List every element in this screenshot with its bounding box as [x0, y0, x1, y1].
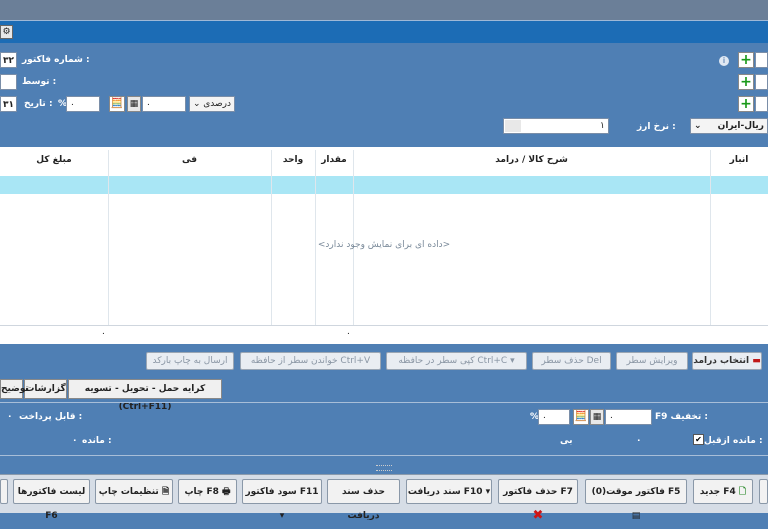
prev-balance-checkbox[interactable]: ✔: [693, 434, 704, 445]
delete-invoice-button[interactable]: حذف فاکتور F7 ✖: [498, 479, 578, 523]
add-customer-icon[interactable]: +: [738, 52, 754, 68]
date-label: تاریخ :: [24, 99, 53, 109]
select-income-label: انتخاب درامد: [693, 356, 750, 366]
col-quantity: مقدار: [315, 147, 354, 175]
percent-field[interactable]: ۰: [66, 96, 100, 112]
tab-reports[interactable]: گزارشات: [24, 379, 67, 399]
tab-notes[interactable]: توضیح: [0, 379, 29, 399]
new-button[interactable]: جدید F4 🗋: [693, 479, 753, 504]
project-field[interactable]: [755, 74, 768, 90]
add-warehouse-icon[interactable]: +: [738, 96, 754, 112]
dropdown-arrow-icon: ▾: [279, 511, 285, 521]
temp-invoice-icon: ▤: [631, 511, 641, 521]
window-titlebar: [0, 0, 768, 20]
empty-grid-message: <داده ای برای نمایش وجود ندارد>: [317, 240, 451, 250]
invoice-number-field[interactable]: ۳۲: [0, 52, 17, 68]
dropdown-arrow-icon: ▾: [510, 356, 515, 366]
discount-label: F9 تخفیف :: [655, 412, 709, 422]
discount-percent-field[interactable]: ۰: [538, 409, 570, 425]
print-label: چاپ F8: [184, 487, 219, 497]
print-settings-button[interactable]: تنظیمات چاپ 🗎: [95, 479, 173, 504]
warehouse-field[interactable]: [755, 96, 768, 112]
title-band: [0, 20, 768, 43]
summary-panel: [0, 402, 768, 456]
discount-field[interactable]: ۰: [605, 409, 652, 425]
calculator-icon[interactable]: 🧮: [109, 96, 125, 112]
selected-grid-row[interactable]: [0, 176, 768, 194]
temp-invoice-button[interactable]: فاکتور موقت(0) F5 ▤: [585, 479, 687, 521]
copy-row-button[interactable]: کپی سطر در حافظه Ctrl+C ▾: [386, 352, 527, 370]
add-project-icon[interactable]: +: [738, 74, 754, 90]
prev-balance-label: مانده ازقبل :: [704, 436, 763, 446]
info-icon[interactable]: i: [719, 56, 729, 66]
calc-grid-icon[interactable]: ▦: [127, 96, 141, 112]
discount-amount-field[interactable]: ۰: [142, 96, 186, 112]
invoice-number-label: شماره فاکتور :: [22, 55, 90, 65]
remain-label: مانده :: [82, 436, 112, 446]
edit-row-button[interactable]: ویرایش سطر: [616, 352, 688, 370]
delete-receive-doc-button[interactable]: حذف سند دریافت: [327, 479, 400, 521]
new-label: جدید F4: [699, 487, 736, 497]
temp-invoice-label: فاکتور موقت(0) F5: [591, 487, 681, 497]
settings-document-icon: 🗎: [161, 487, 170, 497]
print-settings-label: تنظیمات چاپ: [98, 487, 159, 497]
payable-label: قابل پرداخت :: [19, 412, 83, 422]
col-description: شرح کالا / درامد: [353, 147, 711, 175]
remain-value: ۰: [72, 436, 78, 446]
receive-doc-button[interactable]: سند دریافت F10 ▾: [406, 479, 492, 504]
percent-mode-select[interactable]: ⌄ درصدی: [189, 96, 235, 112]
prev-balance-suffix: بی: [560, 436, 573, 446]
percent-mode-value: درصدی: [203, 99, 231, 109]
delete-invoice-label: حذف فاکتور F7: [503, 487, 573, 497]
partial-button[interactable]: [0, 479, 8, 504]
currency-select[interactable]: ⌄ ریال-ایران: [690, 118, 768, 134]
invoice-profit-label: سود فاکتور F11: [245, 487, 319, 497]
income-icon: ▬: [752, 356, 761, 366]
by-label: توسط :: [22, 77, 57, 87]
settings-gear-icon[interactable]: ⚙: [0, 25, 13, 39]
delete-x-icon: ✖: [532, 508, 544, 523]
printer-icon: 🖶: [222, 487, 231, 497]
discount-grid-icon[interactable]: ▦: [590, 409, 604, 425]
col-total: مبلغ کل: [0, 147, 109, 175]
currency-rate-stepper[interactable]: ۱: [503, 118, 609, 134]
splitter-grip[interactable]: [376, 465, 392, 471]
invoice-list-button[interactable]: لیست فاکتورها F6: [13, 479, 90, 521]
by-field[interactable]: [0, 74, 17, 90]
dropdown-arrow-icon: ▾: [485, 487, 491, 497]
col-warehouse: انبار: [710, 147, 768, 175]
prev-balance-value: ۰: [636, 436, 642, 446]
total-amount-value: ۰: [101, 329, 106, 339]
currency-value: ریال-ایران: [717, 121, 764, 131]
new-document-icon: 🗋: [738, 487, 747, 497]
copy-row-label: کپی سطر در حافظه Ctrl+C: [398, 356, 508, 366]
print-button[interactable]: چاپ F8 🖶: [178, 479, 237, 504]
currency-rate-label: نرخ ارز :: [637, 122, 676, 132]
tab-shipping[interactable]: کرایه حمل - تحویل - تسویه (Ctrl+F11): [68, 379, 222, 412]
receive-doc-label: سند دریافت F10: [407, 487, 483, 497]
grid-totals-row: [0, 325, 768, 344]
chevron-down-icon: ⌄: [193, 99, 201, 109]
total-quantity-value: ۰: [346, 329, 351, 339]
col-unit-price: فی: [108, 147, 272, 175]
delete-row-button[interactable]: حذف سطر Del: [532, 352, 611, 370]
send-barcode-button[interactable]: ارسال به چاپ بارکد: [146, 352, 234, 370]
currency-rate-value: ۱: [600, 121, 605, 131]
date-field[interactable]: ۳۱: [0, 96, 17, 112]
discount-calculator-icon[interactable]: 🧮: [573, 409, 589, 425]
payable-value: ۰: [7, 412, 13, 422]
col-unit: واحد: [271, 147, 316, 175]
unlabeled-button[interactable]: [759, 479, 768, 504]
read-row-button[interactable]: خواندن سطر از حافظه Ctrl+V: [240, 352, 381, 370]
invoice-profit-button[interactable]: سود فاکتور F11 ▾: [242, 479, 322, 521]
customer-field[interactable]: [755, 52, 768, 68]
spin-button[interactable]: [505, 120, 521, 132]
select-income-button[interactable]: انتخاب درامد ▬: [692, 352, 762, 370]
chevron-down-icon: ⌄: [694, 121, 702, 131]
